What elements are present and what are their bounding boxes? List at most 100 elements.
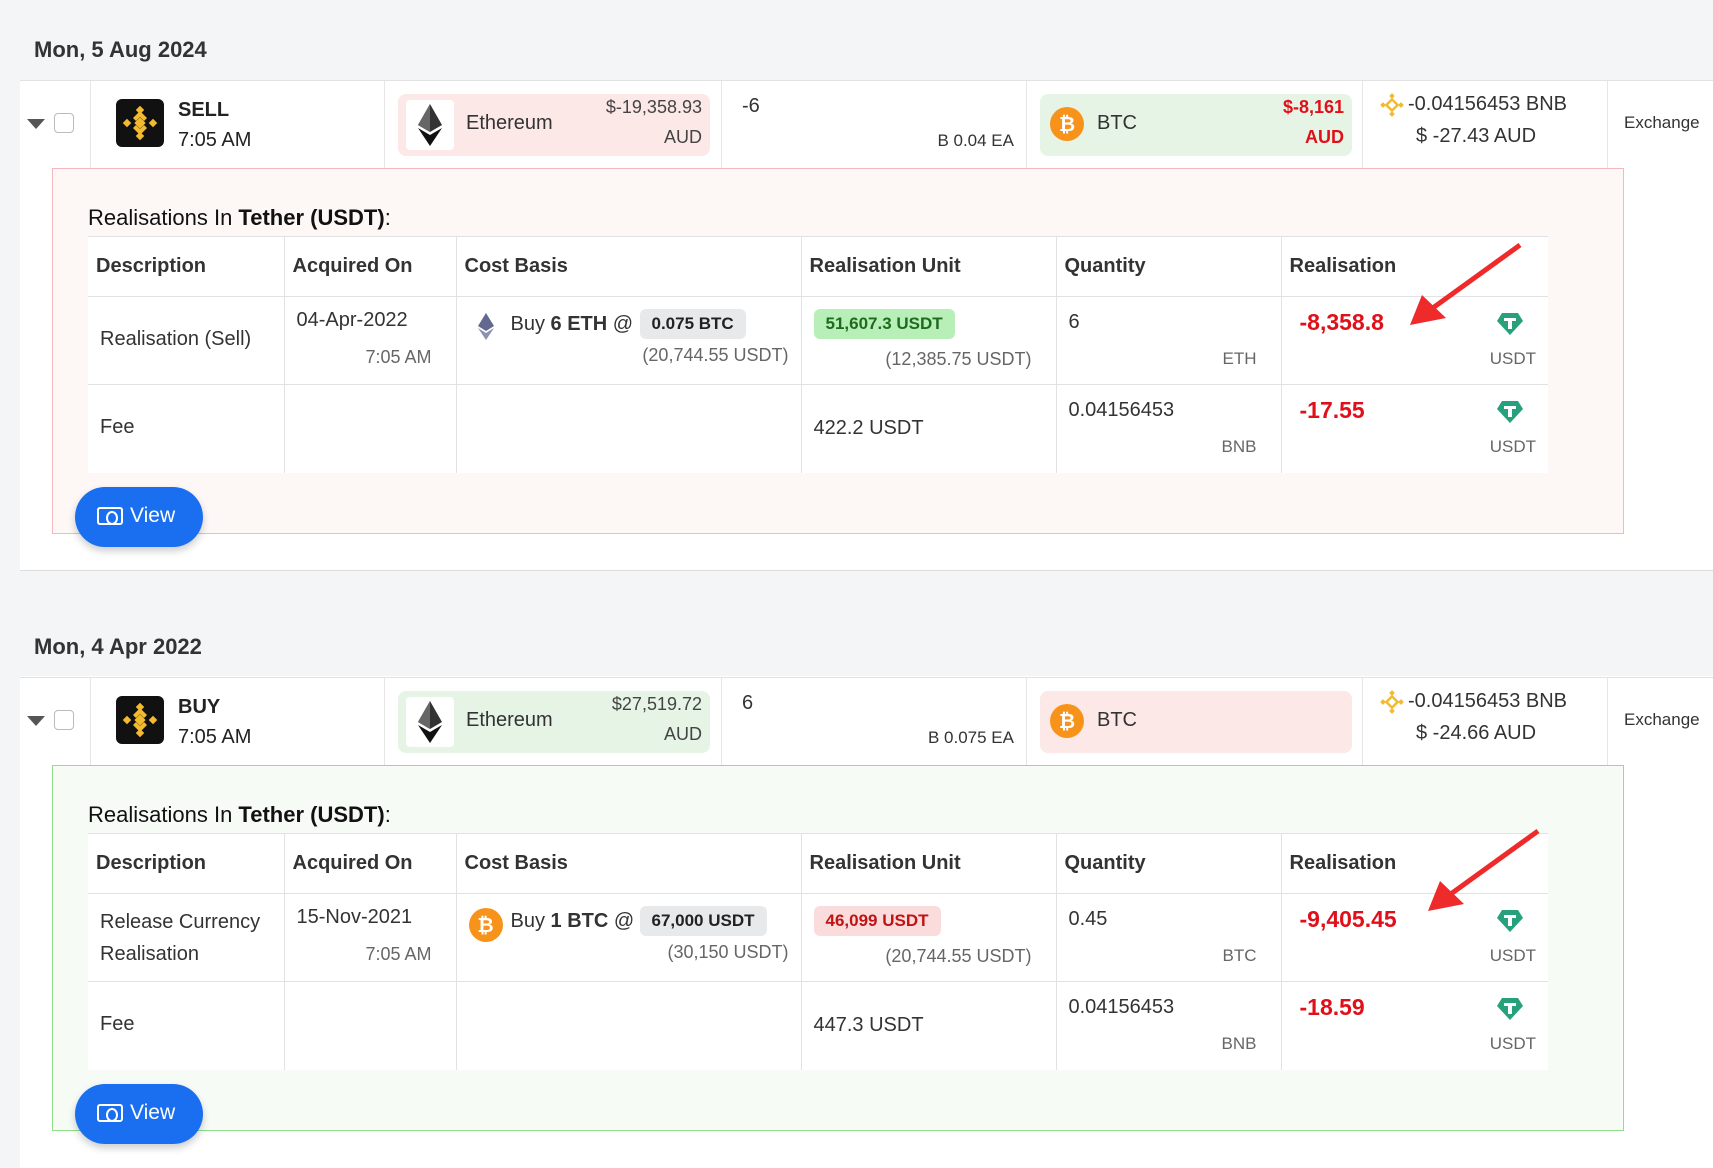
- realisation-table: Description Acquired On Cost Basis Reali…: [88, 236, 1548, 473]
- type-cell: Exchange: [1608, 81, 1713, 169]
- panel-title: Realisations In Tether (USDT):: [88, 205, 391, 230]
- realisation-unit-sub: (12,385.75 USDT): [885, 349, 1032, 369]
- type-cell: Exchange: [1608, 678, 1713, 766]
- header-description: Description: [88, 236, 285, 297]
- ethereum-icon: [406, 697, 454, 747]
- quantity-value: 0.45: [1068, 908, 1108, 930]
- expand-caret-icon[interactable]: [27, 716, 45, 726]
- counter-cell: ₿ BTC $-8,161 AUD: [1027, 81, 1363, 169]
- price-value: B 0.075 EA: [927, 728, 1014, 747]
- quantity-unit: ETH: [1222, 349, 1257, 368]
- table-row: Fee 422.2 USDT 0.04156453 BNB -17.55 USD…: [88, 384, 1548, 473]
- quantity-value: 6: [1068, 311, 1080, 333]
- counter-cell: ₿ BTC: [1027, 678, 1363, 766]
- realisation-value: -17.55: [1299, 397, 1365, 423]
- acquired-date: 04-Apr-2022: [296, 309, 408, 331]
- quantity-value: 0.04156453: [1068, 399, 1175, 421]
- fee-cell: -0.04156453 BNB $ -24.66 AUD: [1363, 678, 1608, 766]
- panel-title: Realisations In Tether (USDT):: [88, 802, 391, 827]
- header-acquired-on: Acquired On: [284, 236, 457, 297]
- type-label: Exchange: [1624, 113, 1700, 132]
- realisation-unit-badge: 46,099 USDT: [813, 906, 941, 936]
- row-description: Fee: [100, 1013, 135, 1035]
- view-button[interactable]: View: [75, 487, 203, 547]
- asset-name: Ethereum: [466, 112, 553, 134]
- cost-basis-badge: 67,000 USDT: [639, 906, 767, 936]
- realisation-panel: Realisations In Tether (USDT): Descripti…: [52, 765, 1624, 1131]
- table-row: Realisation (Sell) 04-Apr-2022 7:05 AM B…: [88, 296, 1548, 385]
- annotation-arrow: [1410, 242, 1522, 325]
- row-description: Realisation (Sell): [100, 328, 252, 350]
- price-value: B 0.04 EA: [937, 131, 1014, 150]
- header-cost-basis: Cost Basis: [456, 833, 802, 894]
- table-header-row: Description Acquired On Cost Basis Reali…: [88, 833, 1548, 894]
- quantity-value: 0.04156453: [1068, 996, 1175, 1018]
- row-description: Release Currency Realisation: [100, 911, 261, 965]
- tether-icon: [1497, 998, 1523, 1020]
- tether-icon: [1497, 401, 1523, 423]
- header-acquired-on: Acquired On: [284, 833, 457, 894]
- view-button[interactable]: View: [75, 1084, 203, 1144]
- acquired-time: 7:05 AM: [365, 944, 432, 964]
- quantity-cell: 6 B 0.075 EA: [722, 678, 1027, 766]
- realisation-table: Description Acquired On Cost Basis Reali…: [88, 833, 1548, 1070]
- bnb-icon: [1380, 93, 1404, 117]
- realisation-value: -18.59: [1299, 994, 1365, 1020]
- asset-amount: $27,519.72: [611, 694, 702, 714]
- side-cell: BUY 7:05 AM: [90, 678, 385, 766]
- asset-currency: AUD: [663, 127, 702, 147]
- row-checkbox[interactable]: [54, 710, 74, 730]
- header-quantity: Quantity: [1056, 236, 1282, 297]
- bitcoin-icon: ₿: [1050, 107, 1084, 141]
- expand-caret-icon[interactable]: [27, 119, 45, 129]
- type-label: Exchange: [1624, 710, 1700, 729]
- side-label: BUY: [178, 696, 221, 718]
- table-row: Fee 447.3 USDT 0.04156453 BNB -18.59 USD…: [88, 981, 1548, 1070]
- realisation-unit: USDT: [1489, 349, 1536, 368]
- header-realisation-unit: Realisation Unit: [801, 236, 1057, 297]
- realisation-unit-sub: (20,744.55 USDT): [885, 946, 1032, 966]
- fee-amount: -0.04156453 BNB: [1408, 93, 1568, 115]
- fee-amount: -0.04156453 BNB: [1408, 690, 1568, 712]
- header-quantity: Quantity: [1056, 833, 1282, 894]
- acquired-date: 15-Nov-2021: [296, 906, 413, 928]
- asset-pill: Ethereum $27,519.72 AUD: [398, 691, 710, 753]
- view-button-label: View: [130, 504, 176, 527]
- acquired-time: 7:05 AM: [365, 347, 432, 367]
- header-cost-basis: Cost Basis: [456, 236, 802, 297]
- cost-basis-badge: 0.075 BTC: [639, 309, 746, 339]
- money-icon: [97, 507, 123, 525]
- quantity-value: -6: [742, 95, 760, 117]
- counter-currency: AUD: [1305, 127, 1344, 147]
- table-header-row: Description Acquired On Cost Basis Reali…: [88, 236, 1548, 297]
- asset-cell: Ethereum $27,519.72 AUD: [385, 678, 722, 766]
- quantity-unit: BNB: [1221, 1034, 1257, 1053]
- counter-name: BTC: [1097, 709, 1137, 731]
- transaction-row[interactable]: BUY 7:05 AM Ethereum $27,519.72 AUD 6 B …: [20, 677, 1713, 766]
- fee-value: $ -24.66 AUD: [1416, 722, 1537, 744]
- transaction-row[interactable]: SELL 7:05 AM Ethereum $-19,358.93 AUD -6…: [20, 80, 1713, 169]
- cost-basis-text: Buy 1 BTC @: [510, 910, 635, 932]
- asset-cell: Ethereum $-19,358.93 AUD: [385, 81, 722, 169]
- quantity-value: 6: [742, 692, 754, 714]
- row-checkbox[interactable]: [54, 113, 74, 133]
- asset-currency: AUD: [663, 724, 702, 744]
- bitcoin-icon: ₿: [468, 908, 503, 942]
- realisation-unit: USDT: [1489, 1034, 1536, 1053]
- view-button-label: View: [130, 1101, 176, 1124]
- realisation-unit: USDT: [1489, 437, 1536, 456]
- counter-pill: ₿ BTC $-8,161 AUD: [1040, 94, 1352, 156]
- header-description: Description: [88, 833, 285, 894]
- annotation-arrow: [1428, 828, 1540, 911]
- counter-amount: $-8,161: [1282, 97, 1344, 117]
- counter-pill: ₿ BTC: [1040, 691, 1352, 753]
- table-row: Release Currency Realisation 15-Nov-2021…: [88, 893, 1548, 982]
- fee-cell: -0.04156453 BNB $ -27.43 AUD: [1363, 81, 1608, 169]
- realisation-panel: Realisations In Tether (USDT): Descripti…: [52, 168, 1624, 534]
- cost-basis-text: Buy 6 ETH @: [510, 313, 634, 335]
- fee-value: $ -27.43 AUD: [1416, 125, 1537, 147]
- asset-amount: $-19,358.93: [605, 97, 702, 117]
- realisation-unit: USDT: [1489, 946, 1536, 965]
- date-heading: Mon, 4 Apr 2022: [34, 634, 202, 659]
- quantity-unit: BNB: [1221, 437, 1257, 456]
